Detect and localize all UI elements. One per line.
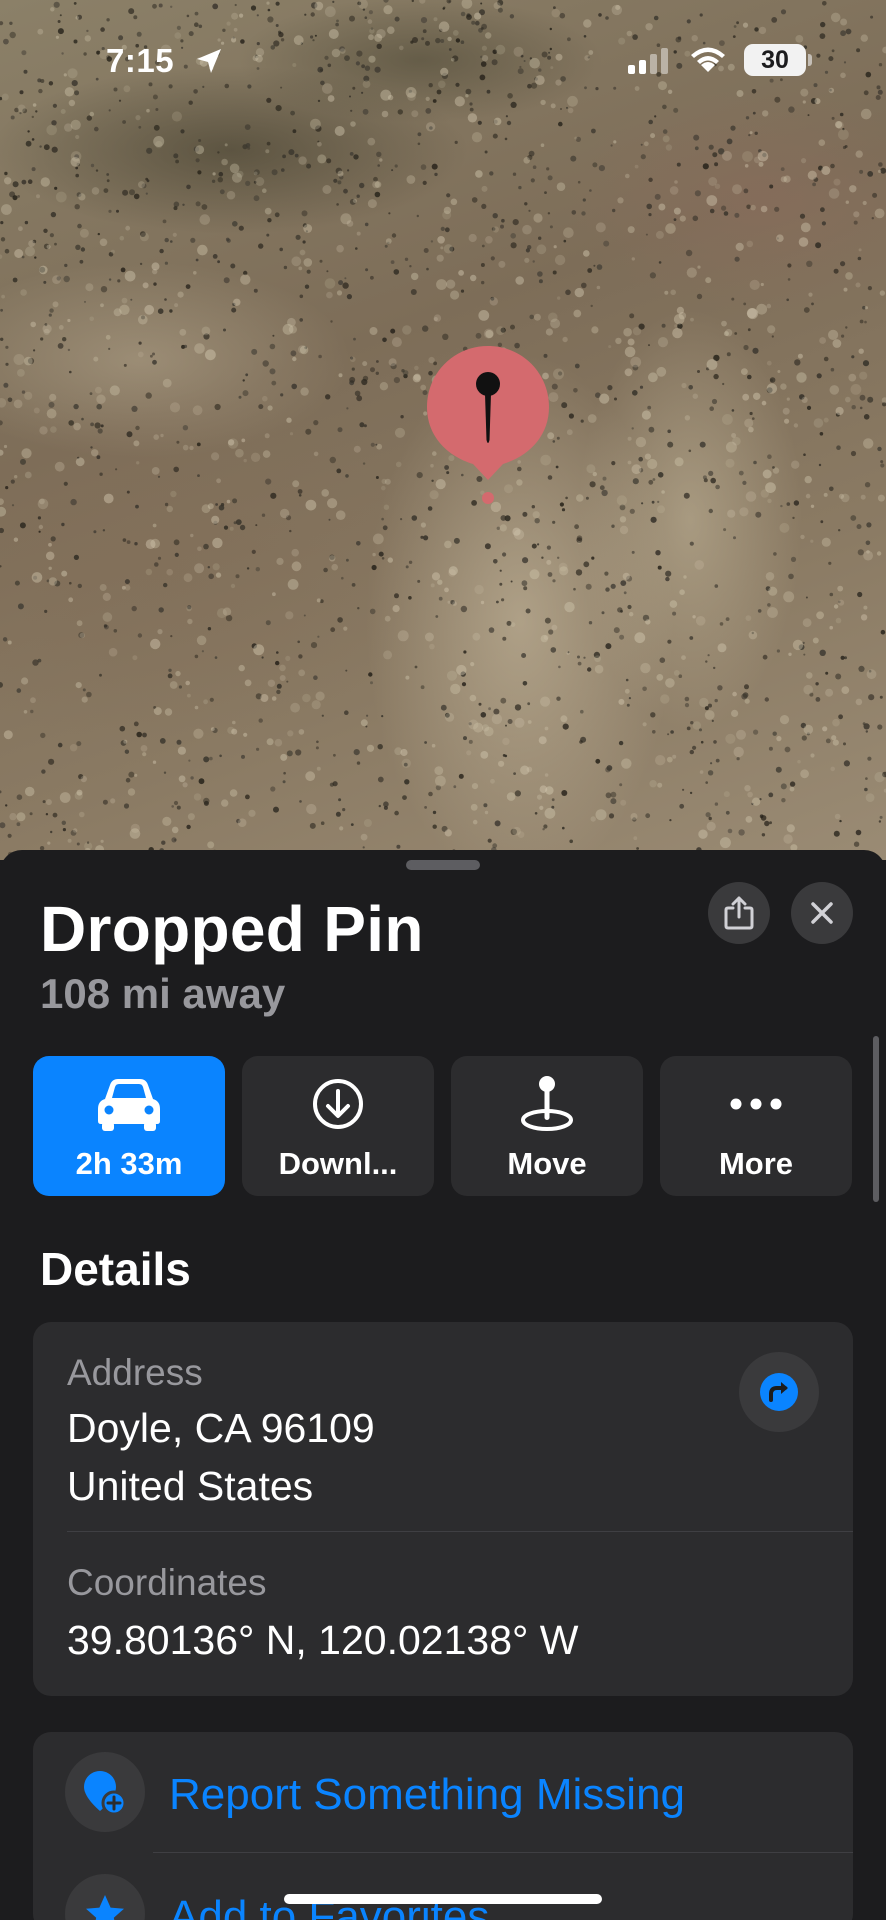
list-divider: [153, 1852, 853, 1853]
actions-list-card: Report Something Missing Add to Favorite…: [33, 1732, 853, 1920]
star-icon: [86, 1895, 124, 1920]
download-button[interactable]: Downl...: [242, 1056, 434, 1196]
report-icon-circle: [65, 1752, 145, 1832]
battery-nub: [808, 54, 812, 66]
status-time: 7:15: [106, 42, 175, 79]
details-divider: [67, 1531, 853, 1532]
details-card: Address Doyle, CA 96109 United States Co…: [33, 1322, 853, 1696]
place-sheet: Dropped Pin 108 mi away 2h 33m Downl... …: [0, 850, 886, 1920]
dropped-pin-marker[interactable]: [425, 344, 551, 509]
sheet-grabber[interactable]: [406, 860, 480, 870]
close-icon: [811, 902, 833, 924]
add-favorites-row[interactable]: Add to Favorites: [33, 1854, 853, 1920]
place-title: Dropped Pin: [40, 893, 424, 965]
coordinates-label: Coordinates: [67, 1562, 267, 1603]
directions-button[interactable]: 2h 33m: [33, 1056, 225, 1196]
cellular-signal-icon: [628, 48, 668, 74]
address-label: Address: [67, 1352, 203, 1393]
scroll-indicator[interactable]: [873, 1036, 879, 1202]
star-icon-circle: [65, 1874, 145, 1920]
share-button[interactable]: [708, 882, 770, 944]
address-line-2[interactable]: United States: [67, 1458, 313, 1514]
location-arrow-icon: [197, 49, 221, 73]
place-distance: 108 mi away: [40, 970, 286, 1017]
report-missing-label: Report Something Missing: [169, 1770, 686, 1819]
directions-label: 2h 33m: [75, 1146, 183, 1181]
wifi-icon: [691, 47, 725, 72]
download-icon: [313, 1079, 363, 1129]
more-label: More: [718, 1146, 794, 1181]
move-button[interactable]: Move: [451, 1056, 643, 1196]
report-missing-row[interactable]: Report Something Missing: [33, 1732, 853, 1852]
download-label: Downl...: [278, 1146, 398, 1181]
directions-arrow-icon: [760, 1373, 798, 1411]
pin-icon: [427, 346, 549, 504]
address-directions-button[interactable]: [739, 1352, 819, 1432]
coordinates-value[interactable]: 39.80136° N, 120.02138° W: [67, 1612, 578, 1668]
share-icon: [724, 896, 754, 930]
status-bar: 7:15 30: [0, 0, 886, 120]
report-pin-icon: [84, 1771, 127, 1816]
car-icon: [98, 1079, 160, 1131]
home-indicator[interactable]: [284, 1894, 602, 1904]
move-pin-icon: [521, 1076, 573, 1131]
close-button[interactable]: [791, 882, 853, 944]
address-line-1[interactable]: Doyle, CA 96109: [67, 1400, 375, 1456]
more-icon: [730, 1098, 782, 1110]
action-buttons: 2h 33m Downl... Move More: [33, 1056, 853, 1196]
move-label: Move: [507, 1146, 587, 1181]
battery-indicator: 30: [744, 44, 806, 76]
more-button[interactable]: More: [660, 1056, 852, 1196]
details-heading: Details: [40, 1243, 191, 1295]
satellite-map[interactable]: [0, 0, 886, 860]
